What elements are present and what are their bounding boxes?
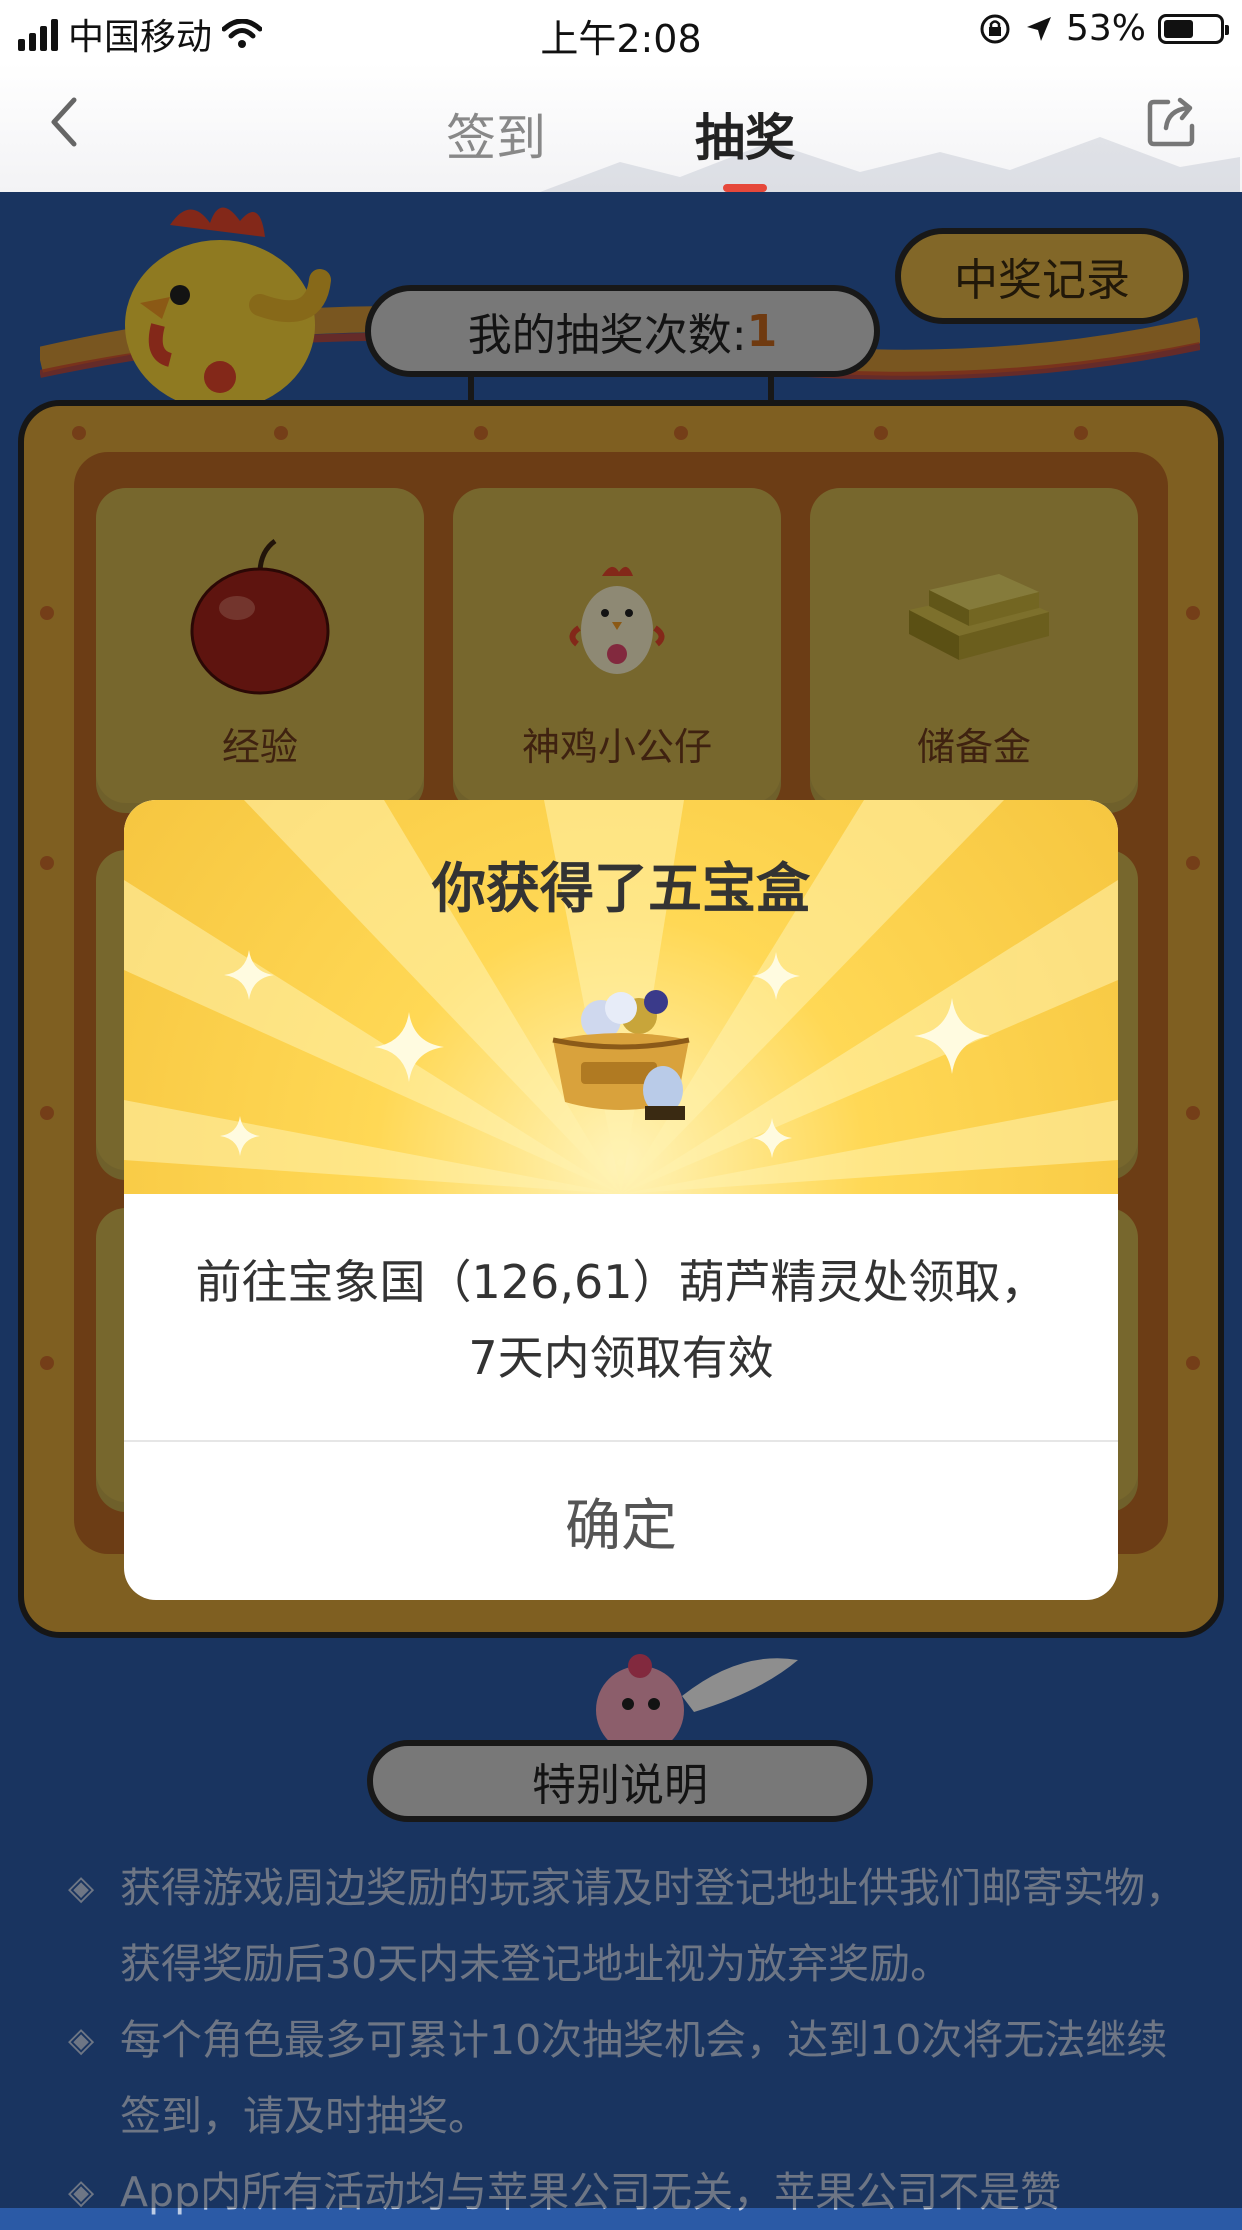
dialog-message: 前往宝象国（126,61）葫芦精灵处领取，7天内领取有效 [195, 1255, 1047, 1385]
nav-bar: 签到 抽奖 [0, 62, 1242, 192]
confirm-button[interactable]: 确定 [124, 1442, 1118, 1600]
location-arrow-icon [1026, 16, 1051, 41]
share-icon[interactable] [1142, 92, 1202, 152]
treasure-pot-icon [552, 990, 690, 1120]
battery-icon [1158, 13, 1229, 44]
battery-fill [1164, 19, 1193, 38]
sparkle-icon [374, 1012, 444, 1082]
battery-percent: 53% [1065, 8, 1146, 49]
back-chevron-icon[interactable] [40, 92, 90, 152]
status-bar: 中国移动 上午2:08 53% [0, 0, 1242, 62]
sparkle-icon [752, 952, 800, 1000]
sparkle-icon [914, 998, 990, 1074]
orientation-lock-icon [980, 14, 1010, 43]
status-right: 53% [978, 8, 1229, 49]
sparkle-icon [220, 1116, 260, 1156]
dialog-header: 你获得了五宝盒 [124, 800, 1118, 1194]
tab-lottery[interactable]: 抽奖 [695, 98, 795, 170]
sparkle-icon [752, 1118, 792, 1158]
prize-result-dialog: 你获得了五宝盒 前往宝象国（126,61）葫芦精灵处领取，7天内领取有效 确定 [124, 800, 1118, 1600]
sparkle-icon [224, 950, 274, 1000]
mountain-decoration [540, 137, 1240, 192]
tab-signin[interactable]: 签到 [446, 98, 546, 170]
dialog-title: 你获得了五宝盒 [432, 857, 810, 920]
active-tab-indicator [723, 184, 767, 192]
